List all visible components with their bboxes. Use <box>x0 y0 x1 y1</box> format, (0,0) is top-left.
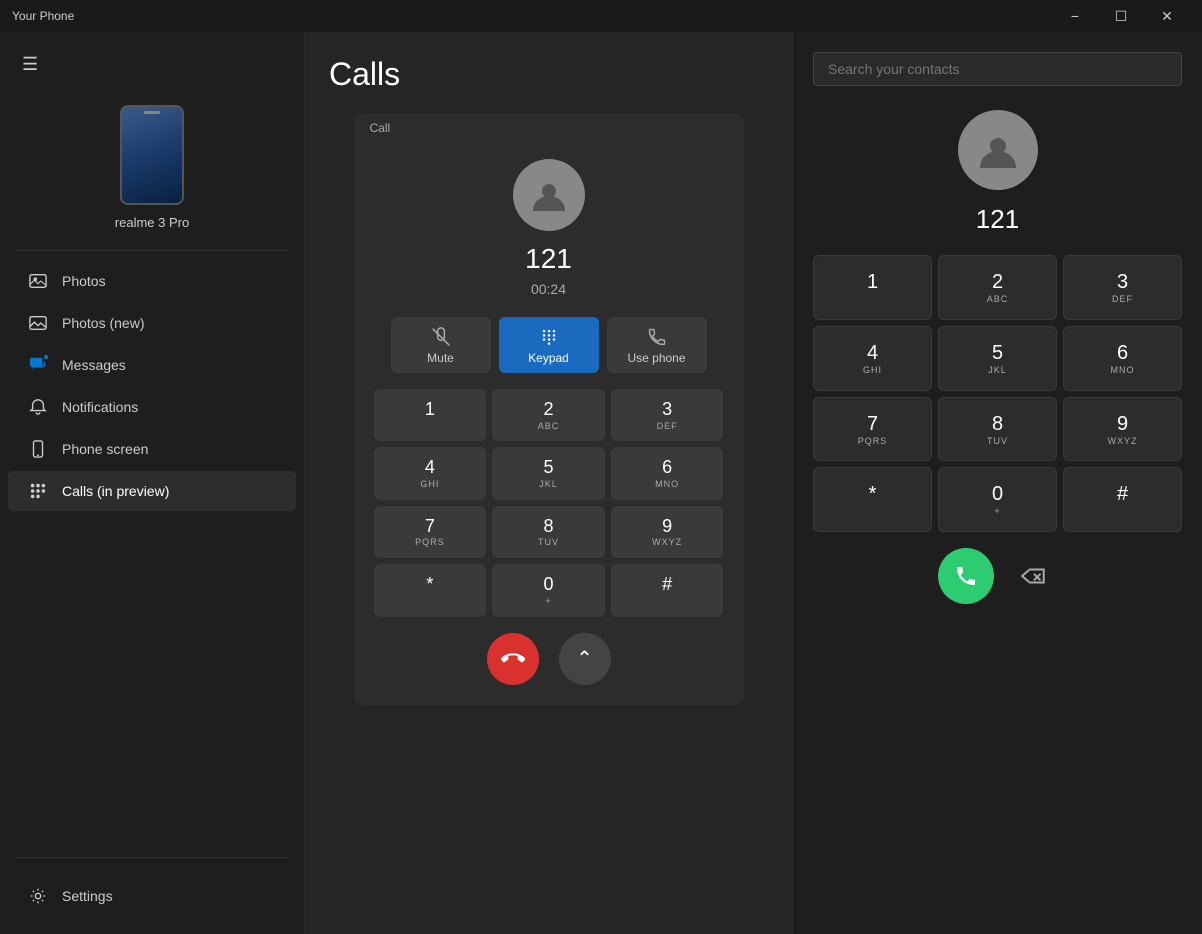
close-button[interactable]: ✕ <box>1144 0 1190 32</box>
key-2[interactable]: 2ABC <box>492 389 605 441</box>
right-key-hash[interactable]: # <box>1063 467 1182 532</box>
sidebar: ☰ realme 3 Pro Photos <box>0 32 305 934</box>
call-avatar <box>513 159 585 231</box>
end-call-icon <box>501 647 525 671</box>
sidebar-item-notifications[interactable]: Notifications <box>8 387 296 427</box>
settings-icon <box>28 886 48 906</box>
mute-label: Mute <box>427 351 454 365</box>
calls-icon <box>28 481 48 501</box>
hamburger-icon: ☰ <box>22 54 38 74</box>
action-row: Mute Keypad <box>374 317 724 373</box>
sidebar-top: ☰ <box>0 32 304 93</box>
keypad-grid: 1 2ABC 3DEF 4GHI 5JKL 6MNO 7PQRS 8TUV 9W… <box>374 389 724 617</box>
nav-items: Photos Photos (new) <box>0 251 304 857</box>
photos-new-icon <box>28 313 48 333</box>
right-keypad: 1 2ABC 3DEF 4GHI 5JKL 6MNO 7PQRS 8TUV 9W… <box>813 255 1182 532</box>
chevron-up-icon: ⌃ <box>576 646 593 671</box>
device-name: realme 3 Pro <box>115 215 189 230</box>
keypad-button[interactable]: Keypad <box>499 317 599 373</box>
sidebar-item-photos-new-label: Photos (new) <box>62 315 144 331</box>
use-phone-icon <box>647 327 667 347</box>
sidebar-item-photos-new[interactable]: Photos (new) <box>8 303 296 343</box>
key-7[interactable]: 7PQRS <box>374 506 487 558</box>
right-key-9[interactable]: 9WXYZ <box>1063 397 1182 462</box>
use-phone-button[interactable]: Use phone <box>607 317 707 373</box>
right-key-2[interactable]: 2ABC <box>938 255 1057 320</box>
calls-title: Calls <box>329 56 400 93</box>
app-title: Your Phone <box>12 9 74 23</box>
app-body: ☰ realme 3 Pro Photos <box>0 32 1202 934</box>
titlebar: Your Phone − ☐ ✕ <box>0 0 1202 32</box>
hamburger-button[interactable]: ☰ <box>16 48 44 81</box>
sidebar-item-calls[interactable]: Calls (in preview) <box>8 471 296 511</box>
bottom-controls: ⌃ <box>487 633 611 685</box>
search-input[interactable] <box>813 52 1182 86</box>
mute-icon <box>431 327 451 347</box>
right-contact-avatar <box>958 110 1038 190</box>
key-4[interactable]: 4GHI <box>374 447 487 499</box>
right-key-0[interactable]: 0+ <box>938 467 1057 532</box>
sidebar-item-phone-screen-label: Phone screen <box>62 441 148 457</box>
maximize-button[interactable]: ☐ <box>1098 0 1144 32</box>
backspace-button[interactable] <box>1010 552 1058 600</box>
sidebar-item-calls-label: Calls (in preview) <box>62 483 169 499</box>
photos-icon <box>28 271 48 291</box>
key-9[interactable]: 9WXYZ <box>611 506 724 558</box>
keypad-label: Keypad <box>528 351 569 365</box>
call-timer: 00:24 <box>531 281 566 297</box>
key-hash[interactable]: # <box>611 564 724 616</box>
end-call-button[interactable] <box>487 633 539 685</box>
right-key-star[interactable]: * <box>813 467 932 532</box>
titlebar-controls: − ☐ ✕ <box>1052 0 1190 32</box>
right-key-7[interactable]: 7PQRS <box>813 397 932 462</box>
call-icon <box>954 564 978 588</box>
key-0[interactable]: 0+ <box>492 564 605 616</box>
notifications-icon <box>28 397 48 417</box>
key-8[interactable]: 8TUV <box>492 506 605 558</box>
phone-mockup-body: 121 00:24 Mute <box>354 143 744 705</box>
right-key-6[interactable]: 6MNO <box>1063 326 1182 391</box>
more-button[interactable]: ⌃ <box>559 633 611 685</box>
device-section: realme 3 Pro <box>0 93 304 250</box>
call-number: 121 <box>525 243 572 275</box>
sidebar-item-settings[interactable]: Settings <box>8 876 296 916</box>
right-bottom-controls <box>813 548 1182 604</box>
sidebar-item-photos-label: Photos <box>62 273 106 289</box>
right-key-1[interactable]: 1 <box>813 255 932 320</box>
key-3[interactable]: 3DEF <box>611 389 724 441</box>
right-key-5[interactable]: 5JKL <box>938 326 1057 391</box>
phone-mockup: Call 121 00:24 Mute <box>354 113 744 705</box>
phone-screen-icon <box>28 439 48 459</box>
backspace-icon <box>1021 563 1047 589</box>
sidebar-item-messages[interactable]: Messages <box>8 345 296 385</box>
mute-button[interactable]: Mute <box>391 317 491 373</box>
right-number: 121 <box>813 204 1182 235</box>
sidebar-item-photos[interactable]: Photos <box>8 261 296 301</box>
key-6[interactable]: 6MNO <box>611 447 724 499</box>
right-key-4[interactable]: 4GHI <box>813 326 932 391</box>
messages-icon <box>28 355 48 375</box>
sidebar-item-settings-label: Settings <box>62 888 113 904</box>
device-image <box>120 105 184 205</box>
right-key-8[interactable]: 8TUV <box>938 397 1057 462</box>
key-star[interactable]: * <box>374 564 487 616</box>
sidebar-item-phone-screen[interactable]: Phone screen <box>8 429 296 469</box>
sidebar-bottom: Settings <box>0 858 304 934</box>
center-panel: Calls Call 121 00:24 Mute <box>305 32 792 934</box>
titlebar-left: Your Phone <box>12 9 74 23</box>
right-key-3[interactable]: 3DEF <box>1063 255 1182 320</box>
use-phone-label: Use phone <box>627 351 685 365</box>
sidebar-item-notifications-label: Notifications <box>62 399 138 415</box>
sidebar-item-messages-label: Messages <box>62 357 126 373</box>
call-label: Call <box>354 113 744 143</box>
minimize-button[interactable]: − <box>1052 0 1098 32</box>
key-5[interactable]: 5JKL <box>492 447 605 499</box>
key-1[interactable]: 1 <box>374 389 487 441</box>
call-button[interactable] <box>938 548 994 604</box>
keypad-icon <box>539 327 559 347</box>
messages-badge <box>42 353 50 361</box>
right-panel: 121 1 2ABC 3DEF 4GHI 5JKL 6MNO 7PQRS 8TU… <box>792 32 1202 934</box>
